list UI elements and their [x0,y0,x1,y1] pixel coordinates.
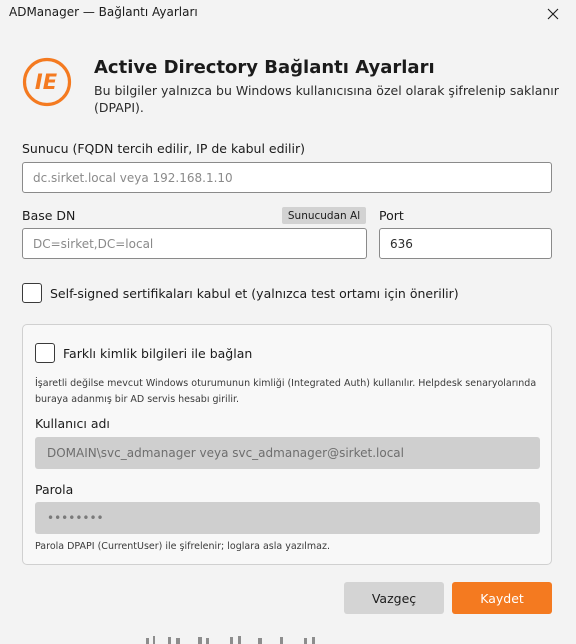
dialog-subtitle: Bu bilgiler yalnızca bu Windows kullanıc… [94,83,559,115]
dialog-title: Active Directory Bağlantı Ayarları [94,57,435,78]
close-button[interactable] [540,2,566,26]
port-label: Port [379,208,404,223]
self-signed-label: Self-signed sertifikaları kabul et (yaln… [50,286,459,301]
alt-credentials-label: Farklı kimlik bilgileri ile bağlan [63,346,253,361]
window-title: ADManager — Bağlantı Ayarları [9,5,198,19]
close-icon [547,8,559,20]
alt-credentials-checkbox[interactable] [35,343,55,363]
username-label: Kullanıcı adı [35,416,110,431]
port-input[interactable] [379,228,552,259]
fetch-from-server-button[interactable]: Sunucudan Al [282,207,366,224]
username-input[interactable] [35,437,540,469]
base-dn-input[interactable] [22,228,367,259]
auth-hint: İşaretli değilse mevcut Windows oturumun… [35,378,537,405]
brand-logo-icon: IE [22,57,72,107]
title-bar: ADManager — Bağlantı Ayarları [0,0,576,30]
taskbar-peek-icon [146,636,315,644]
server-input[interactable] [22,162,552,193]
save-button[interactable]: Kaydet [452,582,552,614]
cancel-button[interactable]: Vazgeç [344,582,444,614]
self-signed-checkbox[interactable] [22,283,42,303]
password-hint: Parola DPAPI (CurrentUser) ile şifreleni… [35,541,330,552]
logo-text: IE [35,70,58,94]
password-label: Parola [35,482,74,497]
base-dn-label: Base DN [22,208,76,223]
password-input[interactable] [35,502,540,534]
server-label: Sunucu (FQDN tercih edilir, IP de kabul … [22,141,305,156]
